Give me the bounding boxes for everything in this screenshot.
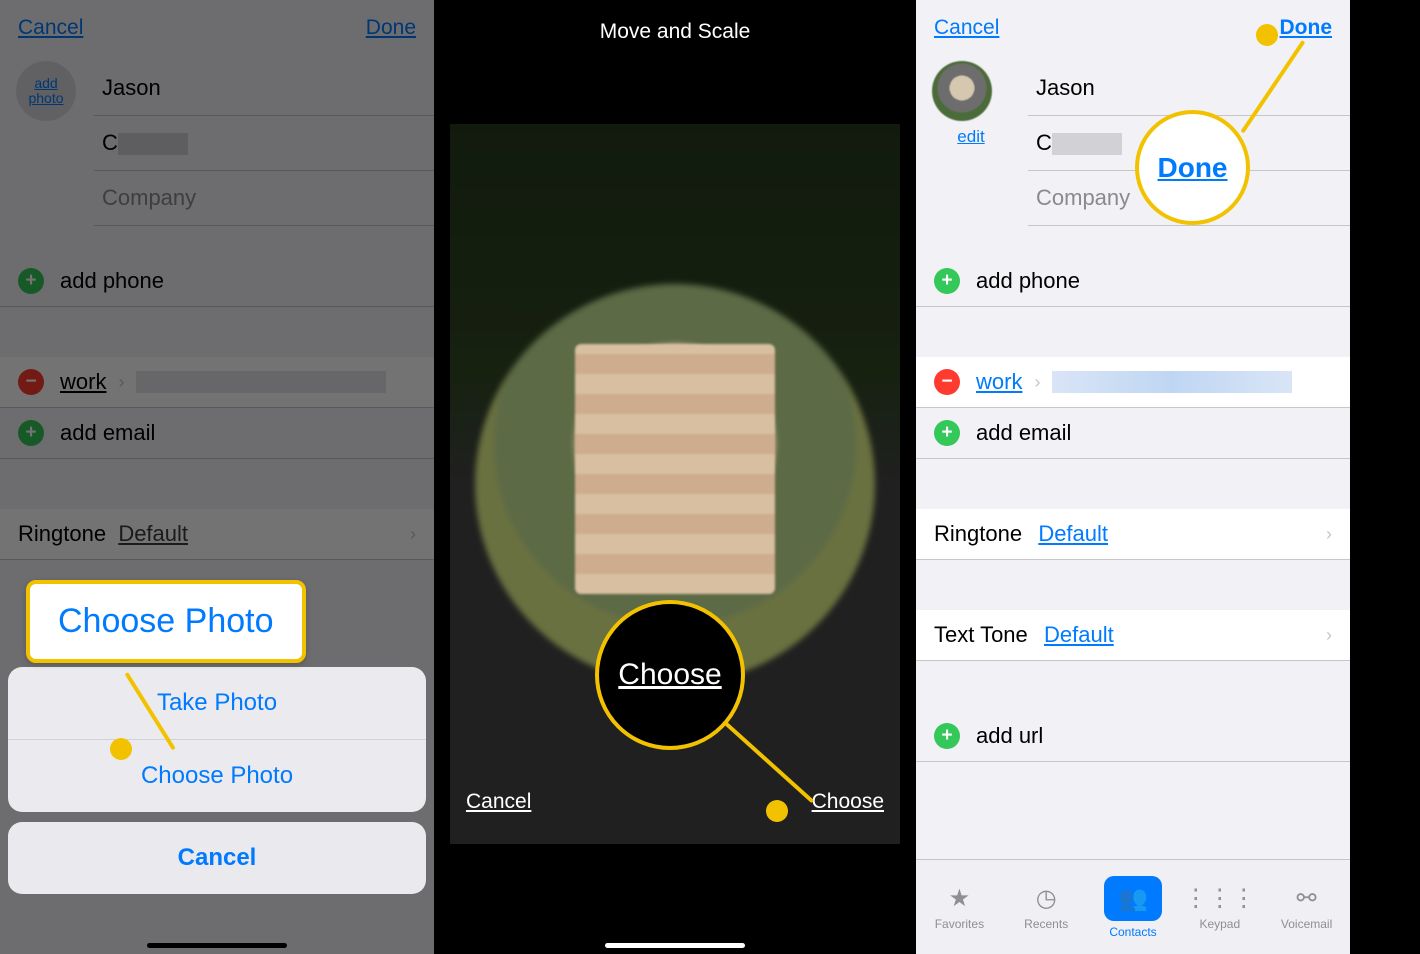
clock-icon: ◷ — [1036, 884, 1057, 913]
contact-edit-screen-2: Cancel Done edit Jason C Company + add p… — [916, 0, 1350, 954]
contact-photo[interactable] — [932, 61, 992, 121]
contact-edit-screen-1: Cancel Done add photo Jason C Company + … — [0, 0, 434, 954]
sheet-cancel-button[interactable]: Cancel — [8, 822, 426, 894]
cancel-button[interactable]: Cancel — [466, 790, 531, 814]
callout-choose: Choose — [595, 600, 745, 750]
topbar: Cancel Done — [916, 0, 1350, 55]
edit-photo-link[interactable]: edit — [932, 127, 1010, 147]
redacted-text — [1052, 133, 1122, 155]
tab-recents[interactable]: ◷Recents — [1003, 860, 1090, 954]
tab-voicemail[interactable]: ⚯Voicemail — [1263, 860, 1350, 954]
tab-keypad[interactable]: ⋮⋮⋮Keypad — [1176, 860, 1263, 954]
texttone-row[interactable]: Text Tone Default › — [916, 610, 1350, 661]
face-pixelated — [575, 344, 775, 594]
tab-bar: ★Favorites ◷Recents 👥Contacts ⋮⋮⋮Keypad … — [916, 859, 1350, 954]
star-icon: ★ — [949, 884, 971, 913]
redacted-text — [1052, 371, 1292, 393]
contacts-icon: 👥 — [1118, 885, 1148, 912]
work-phone-row[interactable]: − work › — [916, 357, 1350, 408]
add-phone-row[interactable]: + add phone — [916, 256, 1350, 307]
cancel-button[interactable]: Cancel — [934, 16, 999, 40]
screen-title: Move and Scale — [450, 0, 900, 64]
chevron-right-icon: › — [1034, 372, 1040, 393]
home-indicator — [605, 943, 745, 948]
add-icon: + — [934, 420, 960, 446]
chevron-right-icon: › — [1326, 625, 1332, 646]
tab-favorites[interactable]: ★Favorites — [916, 860, 1003, 954]
choose-photo-option[interactable]: Choose Photo — [8, 739, 426, 812]
add-icon: + — [934, 268, 960, 294]
add-icon: + — [934, 723, 960, 749]
take-photo-option[interactable]: Take Photo — [8, 667, 426, 739]
chevron-right-icon: › — [1326, 524, 1332, 545]
ringtone-row[interactable]: Ringtone Default › — [916, 509, 1350, 560]
tab-contacts[interactable]: 👥Contacts — [1090, 860, 1177, 954]
move-and-scale-screen: Move and Scale Cancel Choose Choose — [450, 0, 900, 954]
remove-icon: − — [934, 369, 960, 395]
choose-button[interactable]: Choose — [812, 790, 884, 814]
callout-dot — [766, 800, 788, 822]
add-url-row[interactable]: + add url — [916, 711, 1350, 762]
add-email-row[interactable]: + add email — [916, 408, 1350, 459]
keypad-icon: ⋮⋮⋮ — [1184, 884, 1256, 913]
callout-done: Done — [1135, 110, 1250, 225]
voicemail-icon: ⚯ — [1297, 884, 1317, 913]
photo-action-sheet: Take Photo Choose Photo Cancel — [8, 667, 426, 894]
home-indicator — [147, 943, 287, 948]
done-button[interactable]: Done — [1280, 16, 1333, 40]
callout-dot — [1256, 24, 1278, 46]
first-name-field[interactable]: Jason — [1028, 61, 1350, 116]
callout-dot — [110, 738, 132, 760]
callout-choose-photo: Choose Photo — [26, 580, 306, 663]
